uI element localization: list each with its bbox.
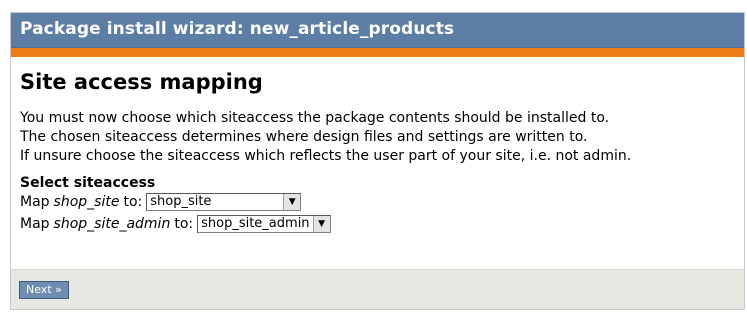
siteaccess-select-shop-site-admin[interactable]: shop_site_admin ▼ [197,215,331,233]
select-value: shop_site [150,194,212,209]
wizard-content: Site access mapping You must now choose … [11,57,744,235]
mapping-source-name: shop_site [53,194,120,210]
description-line-1: You must now choose which siteaccess the… [20,110,610,126]
wizard-title: Package install wizard: new_article_prod… [20,19,455,39]
wizard-header: Package install wizard: new_article_prod… [11,13,744,48]
mapping-source-name: shop_site_admin [53,216,171,232]
select-siteaccess-heading: Select siteaccess [20,175,156,191]
siteaccess-select-shop-site[interactable]: shop_site ▼ [146,193,302,211]
description-text: You must now choose which siteaccess the… [20,109,735,166]
select-value: shop_site_admin [201,216,310,231]
description-line-2: The chosen siteaccess determines where d… [20,129,588,145]
mapping-prefix: Map [20,194,50,210]
chevron-down-icon[interactable]: ▼ [283,194,301,210]
chevron-down-icon[interactable]: ▼ [312,216,330,232]
package-install-wizard: Package install wizard: new_article_prod… [10,12,745,310]
header-accent-bar [11,48,744,57]
mapping-row-shop-site-admin: Map shop_site_admin to: shop_site_admin … [20,213,735,235]
next-button[interactable]: Next » [19,281,69,299]
wizard-footer: Next » [11,269,744,309]
section-title: Site access mapping [20,70,263,94]
mapping-suffix: to: [123,194,143,210]
mapping-prefix: Map [20,216,50,232]
description-line-3: If unsure choose the siteaccess which re… [20,148,632,164]
mapping-suffix: to: [174,216,194,232]
mapping-row-shop-site: Map shop_site to: shop_site ▼ [20,191,735,213]
